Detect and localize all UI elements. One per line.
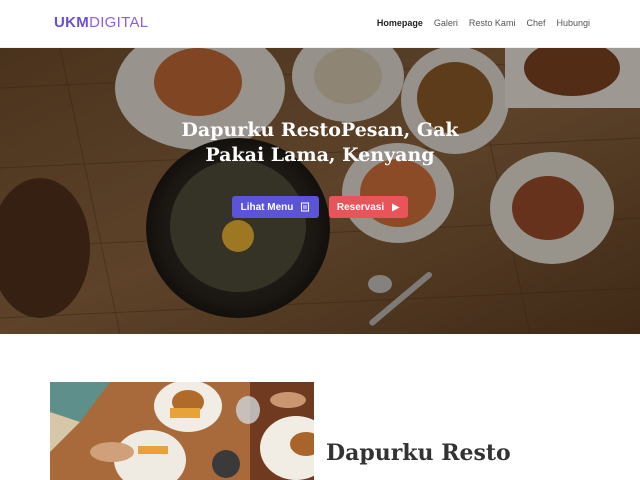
hero-title: Dapurku RestoPesan, Gak Pakai Lama, Keny… [170,118,470,168]
hero-title-line-2: Pakai Lama, Kenyang [205,144,435,166]
nav-item-chef[interactable]: Chef [526,17,545,29]
hero-section: Dapurku RestoPesan, Gak Pakai Lama, Keny… [0,48,640,334]
reservasi-button[interactable]: Reservasi [329,196,408,218]
logo-bold-text: UKM [54,14,90,31]
reservasi-label: Reservasi [336,201,385,213]
brand-logo[interactable]: UKMDIGITAL [54,13,148,33]
lihat-menu-label: Lihat Menu [240,201,294,213]
about-title: Dapurku Resto [326,440,511,466]
site-header: UKMDIGITAL Homepage Galeri Resto Kami Ch… [0,0,640,48]
nav-item-resto-kami[interactable]: Resto Kami [469,17,516,29]
book-icon [301,202,310,212]
about-food-image [50,382,314,480]
hero-overlay [0,48,640,334]
logo-light-text: DIGITAL [89,14,149,31]
lihat-menu-button[interactable]: Lihat Menu [232,196,319,218]
play-icon [392,203,400,211]
hero-title-line-1: Dapurku RestoPesan, Gak [181,119,459,141]
nav-item-galeri[interactable]: Galeri [434,17,458,29]
nav-item-hubungi[interactable]: Hubungi [556,17,590,29]
main-nav: Homepage Galeri Resto Kami Chef Hubungi [377,17,590,29]
nav-item-homepage[interactable]: Homepage [377,17,423,29]
